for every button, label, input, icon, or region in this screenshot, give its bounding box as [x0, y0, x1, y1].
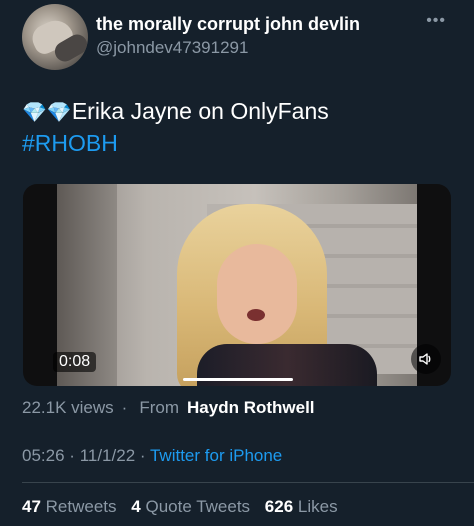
view-count-line: 22.1K views · From Haydn Rothwell	[22, 398, 315, 418]
speaker-icon	[419, 353, 431, 365]
tweet-stats: 47 Retweets 4 Quote Tweets 626 Likes	[22, 497, 348, 517]
retweets-stat[interactable]: 47 Retweets	[22, 497, 117, 516]
video-player[interactable]: 0:08	[23, 184, 451, 386]
person-face	[217, 244, 297, 344]
separator-dot: ·	[69, 446, 75, 465]
video-frame	[57, 184, 417, 386]
likes-count: 626	[264, 497, 294, 516]
video-progress-bar[interactable]	[183, 378, 293, 381]
avatar[interactable]	[22, 4, 88, 70]
gem-emoji: 💎💎	[22, 102, 72, 124]
more-options-button[interactable]: •••	[426, 12, 446, 30]
timestamp-line: 05:26 · 11/1/22 · Twitter for iPhone	[22, 446, 282, 466]
person-mouth	[247, 309, 265, 321]
retweets-count: 47	[22, 497, 41, 516]
video-duration: 0:08	[53, 352, 97, 372]
hashtag-link[interactable]: #RHOBH	[22, 128, 329, 158]
display-name[interactable]: the morally corrupt john devlin	[96, 14, 360, 35]
quote-tweets-stat[interactable]: 4 Quote Tweets	[131, 497, 250, 516]
user-handle[interactable]: @johndev47391291	[96, 38, 248, 58]
from-source-name[interactable]: Haydn Rothwell	[187, 398, 315, 417]
from-label: From	[139, 398, 180, 417]
tweet-first-line: 💎💎Erika Jayne on OnlyFans	[22, 96, 329, 128]
retweets-label: Retweets	[45, 497, 117, 516]
separator-dot: ·	[121, 398, 128, 417]
divider	[22, 482, 474, 483]
separator-dot: ·	[139, 446, 146, 465]
quote-tweets-label: Quote Tweets	[145, 497, 251, 516]
quote-tweets-count: 4	[131, 497, 141, 516]
tweet-date[interactable]: 11/1/22	[80, 446, 135, 465]
likes-label: Likes	[297, 497, 338, 516]
tweet-source[interactable]: Twitter for iPhone	[150, 446, 282, 465]
volume-button[interactable]	[411, 344, 441, 374]
likes-stat[interactable]: 626 Likes	[265, 497, 338, 516]
tweet-time[interactable]: 05:26	[22, 446, 65, 465]
view-count[interactable]: 22.1K views	[22, 398, 114, 417]
tweet-text: 💎💎Erika Jayne on OnlyFans #RHOBH	[22, 96, 329, 158]
tweet-body: Erika Jayne on OnlyFans	[71, 98, 329, 124]
